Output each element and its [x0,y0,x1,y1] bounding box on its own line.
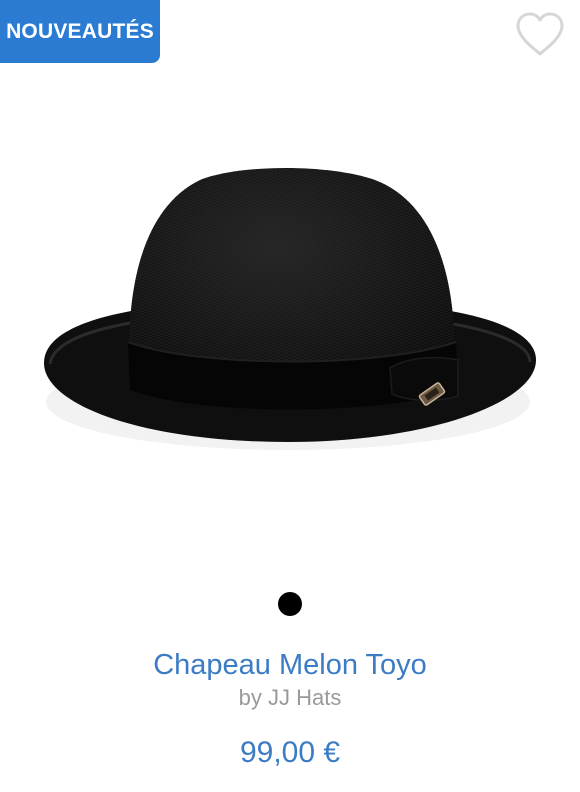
product-card[interactable]: NOUVEAUTÉS Chapeau Melon Toyo by JJ Hats… [0,0,580,792]
wishlist-button[interactable] [514,11,566,57]
heart-outline-icon [516,12,564,56]
carousel-dot-active[interactable] [278,592,302,616]
carousel-dots [0,592,580,616]
new-badge: NOUVEAUTÉS [0,0,160,63]
product-title[interactable]: Chapeau Melon Toyo [0,645,580,685]
product-price: 99,00 € [239,736,341,769]
product-brand: by JJ Hats [238,685,342,710]
product-image[interactable] [30,150,550,470]
